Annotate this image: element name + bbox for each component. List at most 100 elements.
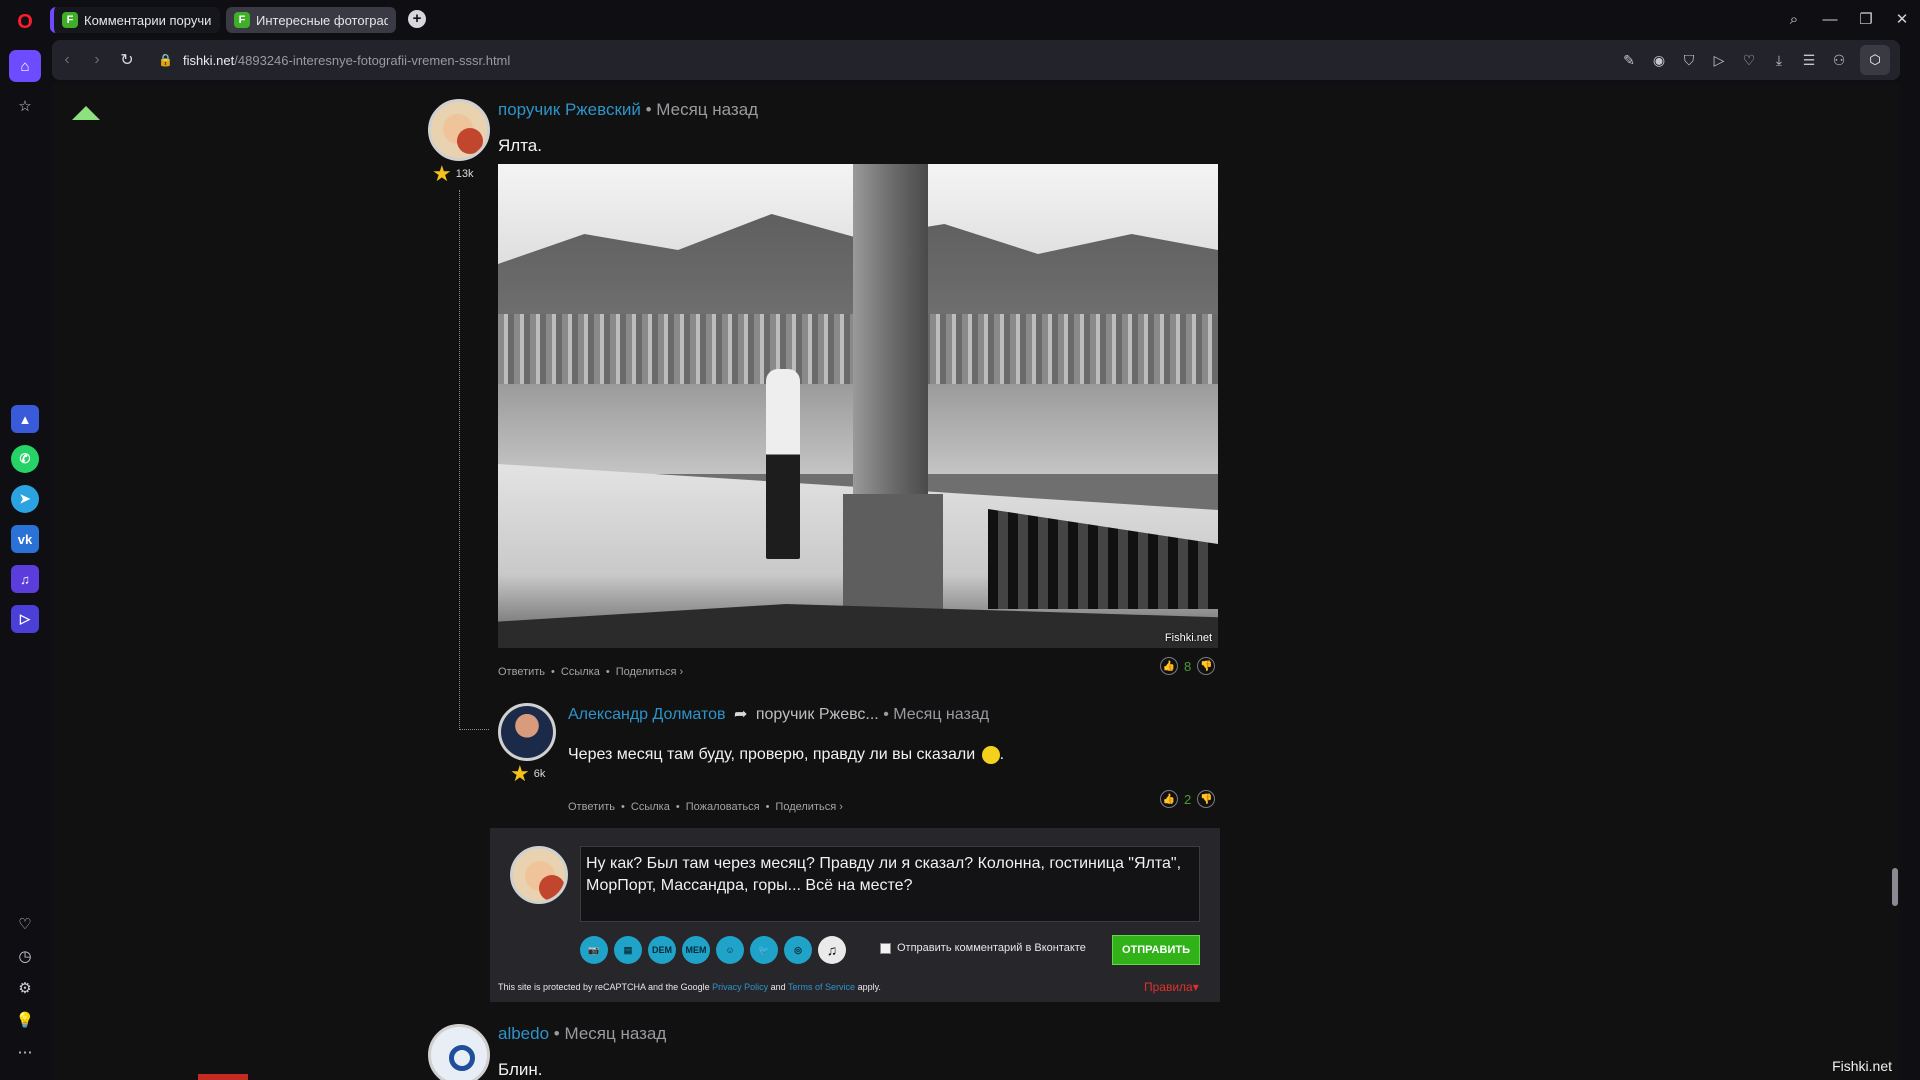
telegram-icon[interactable]: ➤	[11, 485, 39, 513]
reply-to-link[interactable]: поручик Ржевс...	[756, 706, 879, 723]
star-icon: ★	[510, 761, 530, 786]
more-icon[interactable]: ⋯	[11, 1038, 39, 1066]
comment-actions: Ответить • Ссылка • Пожаловаться • Поделить…	[568, 801, 843, 813]
player-icon[interactable]: ▷	[11, 605, 39, 633]
shield-icon[interactable]: ⛉	[1674, 52, 1704, 69]
permalink-link[interactable]: Ссылка	[631, 801, 670, 813]
instagram-icon[interactable]: ◎	[784, 936, 812, 964]
whatsapp-icon[interactable]: ✆	[11, 445, 39, 473]
lock-icon[interactable]: 🔒	[158, 53, 173, 67]
reload-icon[interactable]: ↻	[112, 50, 142, 70]
new-tab-button[interactable]: +	[408, 10, 426, 28]
avatar-face	[539, 875, 565, 901]
smiley-icon	[981, 746, 1000, 764]
profile-icon[interactable]: ⚇	[1824, 52, 1854, 69]
footer-red-bar	[198, 1074, 248, 1080]
my-avatar	[510, 846, 568, 904]
opera-logo-icon[interactable]: O	[11, 8, 39, 36]
fishki-favicon-icon: F	[62, 12, 78, 28]
comment-time[interactable]: • Месяц назад	[646, 100, 758, 119]
avatar[interactable]	[428, 1024, 490, 1080]
tab-comments[interactable]: F Комментарии поручик Р	[50, 7, 220, 33]
checkbox[interactable]	[880, 942, 891, 954]
scroll-up-arrow-icon[interactable]	[72, 106, 100, 120]
comment-time[interactable]: • Месяц назад	[883, 706, 989, 723]
heart-icon[interactable]: ♡	[11, 910, 39, 938]
reply-link[interactable]: Ответить	[498, 666, 545, 678]
edit-icon[interactable]: ✎	[1614, 52, 1644, 69]
music-icon[interactable]: ♫	[11, 565, 39, 593]
share-link[interactable]: Поделиться ›	[775, 801, 842, 813]
reply-textarea[interactable]: Ну как? Был там через месяц? Правду ли я…	[580, 846, 1200, 922]
comment-header: поручик Ржевский • Месяц назад	[498, 100, 758, 120]
rating-value: 13k	[455, 168, 474, 180]
avatar[interactable]	[498, 703, 556, 761]
extensions-cube-icon[interactable]: ⬡	[1860, 45, 1890, 75]
captcha-apply: apply.	[857, 982, 881, 992]
reply-link[interactable]: Ответить	[568, 801, 615, 813]
close-icon[interactable]: ✕	[1884, 10, 1920, 28]
restore-icon[interactable]: ❐	[1848, 10, 1884, 28]
smiley-icon[interactable]: ☺	[716, 936, 744, 964]
thumbs-up-icon[interactable]: 👍	[1160, 657, 1178, 675]
video-film-icon[interactable]: ▤	[614, 936, 642, 964]
meme-icon[interactable]: MEM	[682, 936, 710, 964]
heart-icon[interactable]: ♡	[1734, 52, 1764, 69]
author-link[interactable]: поручик Ржевский	[498, 100, 641, 119]
minimize-icon[interactable]: —	[1812, 11, 1848, 28]
avatar[interactable]	[428, 99, 490, 161]
history-icon[interactable]: ◷	[11, 942, 39, 970]
demotivator-icon[interactable]: DEM	[648, 936, 676, 964]
comment-text: Через месяц там буду, проверю, правду ли…	[568, 746, 1004, 764]
vk-share-checkbox[interactable]: Отправить комментарий в Вконтакте	[880, 942, 1086, 954]
thumbs-down-icon[interactable]: 👎	[1197, 657, 1216, 675]
opera-sidebar: O ⌂ ☆ ▲ ✆ ➤ vk ♫ ▷ ♡ ◷ ⚙ 💡 ⋯	[0, 0, 50, 1080]
download-icon[interactable]: ⤓	[1764, 52, 1794, 69]
tips-icon[interactable]: 💡	[11, 1006, 39, 1034]
forward-icon[interactable]: ›	[82, 51, 112, 69]
settings-icon[interactable]: ⚙	[11, 974, 39, 1002]
star-icon: ★	[432, 161, 452, 186]
vote-box: 👍 8 👎	[1160, 657, 1216, 675]
send-button[interactable]: ОТПРАВИТЬ	[1112, 935, 1200, 965]
rules-link[interactable]: Правила▾	[1144, 980, 1199, 994]
share-link[interactable]: Поделиться ›	[616, 666, 683, 678]
scrollbar[interactable]	[1892, 868, 1898, 906]
user-rating: ★ 6k	[510, 763, 545, 785]
send-icon[interactable]: ▷	[1704, 52, 1734, 69]
attachment-toolbar: 📷 ▤ DEM MEM ☺ 🐦 ◎ ♫	[580, 936, 846, 964]
captcha-and: and	[770, 982, 786, 992]
menu-icon[interactable]: ☰	[1794, 52, 1824, 69]
report-link[interactable]: Пожаловаться	[686, 801, 760, 813]
vote-count: 2	[1184, 791, 1192, 807]
vk-icon[interactable]: vk	[11, 525, 39, 553]
vote-box: 👍 2 👎	[1160, 790, 1216, 808]
comment-photo[interactable]: Fishki.net	[498, 164, 1218, 648]
comment-text: Блин.	[498, 1060, 543, 1079]
privacy-link[interactable]: Privacy Policy	[712, 982, 768, 992]
photo-camera-icon[interactable]: 📷	[580, 936, 608, 964]
avatar-face	[431, 1027, 487, 1080]
twitter-icon[interactable]: 🐦	[750, 936, 778, 964]
back-icon[interactable]: ‹	[52, 51, 82, 69]
url-field[interactable]: fishki.net/4893246-interesnye-fotografii…	[183, 53, 510, 68]
search-tabs-icon[interactable]: ⌕	[1776, 11, 1812, 28]
camera-icon[interactable]: ◉	[1644, 52, 1674, 69]
rating-value: 6k	[533, 768, 546, 780]
author-link[interactable]: albedo	[498, 1024, 549, 1043]
home-icon[interactable]: ⌂	[9, 50, 41, 82]
comment-time[interactable]: • Месяц назад	[554, 1024, 666, 1043]
thumbs-up-icon[interactable]: 👍	[1160, 790, 1178, 808]
url-host: fishki.net	[182, 52, 235, 68]
separator: •	[675, 801, 680, 813]
music-note-icon[interactable]: ♫	[818, 936, 846, 964]
aria-icon[interactable]: ▲	[11, 405, 39, 433]
terms-link[interactable]: Terms of Service	[788, 982, 855, 992]
bookmarks-star-icon[interactable]: ☆	[11, 92, 39, 120]
permalink-link[interactable]: Ссылка	[561, 666, 600, 678]
comment-text-body: Через месяц там буду, проверю, правду ли…	[568, 746, 976, 764]
comment-header: albedo • Месяц назад	[498, 1024, 666, 1044]
author-link[interactable]: Александр Долматов	[568, 706, 726, 723]
tab-photos[interactable]: F Интересные фотографии	[226, 7, 396, 33]
thumbs-down-icon[interactable]: 👎	[1197, 790, 1216, 808]
